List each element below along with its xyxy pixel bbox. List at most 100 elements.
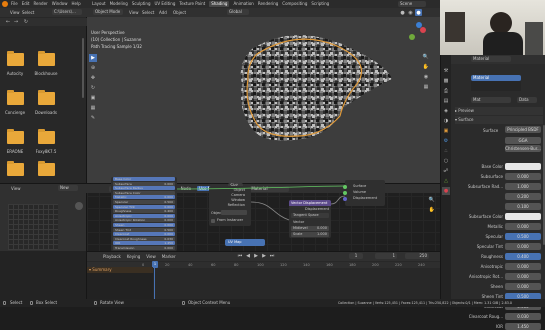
property-value-field[interactable]: 1.000 bbox=[505, 183, 541, 190]
world-tab-icon[interactable]: ◑ bbox=[442, 117, 450, 125]
ie-gizmo[interactable] bbox=[75, 202, 83, 210]
property-value-field[interactable]: 0.200 bbox=[505, 193, 541, 200]
image-canvas-grid[interactable] bbox=[8, 204, 58, 250]
property-value-field[interactable]: 0.000 bbox=[505, 243, 541, 250]
view-layer-tab-icon[interactable]: ▤ bbox=[442, 97, 450, 105]
tl-menu-marker[interactable]: Marker bbox=[162, 254, 176, 259]
refresh-icon[interactable]: ↻ bbox=[22, 18, 30, 26]
cursor-icon[interactable]: ⊕ bbox=[89, 64, 97, 72]
tab-rendering[interactable]: Rendering bbox=[258, 1, 278, 7]
scene-selector[interactable]: Scene bbox=[398, 1, 426, 7]
folder-icon[interactable] bbox=[38, 161, 55, 176]
zoom-icon[interactable]: 🔍 bbox=[422, 53, 430, 61]
current-frame-field[interactable]: 1 bbox=[349, 253, 363, 259]
next-key-icon[interactable]: ▶ bbox=[261, 253, 267, 259]
viewport-3d[interactable]: Object Mode View Select Add Object Globa… bbox=[87, 8, 440, 183]
modifier-tab-icon[interactable]: ⚙ bbox=[442, 137, 450, 145]
tab-scripting[interactable]: Scripting bbox=[311, 1, 329, 7]
vp-menu-view[interactable]: View bbox=[129, 10, 139, 15]
menu-edit[interactable]: Edit bbox=[22, 1, 30, 7]
tool-tab-icon[interactable]: ⚒ bbox=[442, 67, 450, 75]
transform-orientation[interactable]: Global bbox=[227, 9, 249, 15]
back-icon[interactable]: ← bbox=[4, 18, 12, 26]
end-frame-field[interactable]: 250 bbox=[405, 253, 429, 259]
property-value-field[interactable] bbox=[505, 213, 541, 220]
node-editor[interactable]: Object View Select Add Node Use Nodes Sl… bbox=[87, 177, 440, 251]
menu-window[interactable]: Window bbox=[52, 1, 68, 7]
ie-menu-view[interactable]: View bbox=[11, 186, 21, 191]
camera-view-icon[interactable]: ◉ bbox=[422, 73, 430, 81]
ie-new-button[interactable]: New bbox=[58, 185, 78, 191]
menu-render[interactable]: Render bbox=[33, 1, 47, 7]
pan-hand-icon[interactable]: ✋ bbox=[422, 63, 430, 71]
folder-label[interactable]: Downloads bbox=[31, 110, 61, 115]
constraints-tab-icon[interactable]: ☍ bbox=[442, 167, 450, 175]
property-value-field[interactable]: 0.100 bbox=[505, 203, 541, 210]
prev-key-icon[interactable]: ◀ bbox=[245, 253, 251, 259]
folder-icon[interactable] bbox=[7, 161, 24, 176]
jump-end-icon[interactable]: ⏭ bbox=[269, 253, 275, 259]
section-preview[interactable]: ▸ Preview bbox=[455, 107, 543, 115]
vp-menu-object[interactable]: Object bbox=[173, 10, 186, 15]
gizmo-z-axis[interactable] bbox=[416, 22, 422, 28]
material-name-field[interactable]: Mat bbox=[471, 97, 511, 103]
folder-icon[interactable] bbox=[38, 90, 55, 105]
tab-animation[interactable]: Animation bbox=[233, 1, 253, 7]
tab-shading[interactable]: Shading bbox=[209, 1, 230, 7]
vp-menu-add[interactable]: Add bbox=[159, 10, 167, 15]
folder-icon[interactable] bbox=[7, 129, 24, 144]
gizmo-x-axis[interactable] bbox=[420, 27, 426, 33]
ne-pan-icon[interactable]: ✋ bbox=[428, 206, 436, 214]
select-box-icon[interactable]: ▶ bbox=[89, 54, 97, 62]
blender-logo-icon[interactable] bbox=[2, 1, 8, 7]
folder-icon[interactable] bbox=[38, 129, 55, 144]
property-value-field[interactable]: 0.030 bbox=[505, 313, 541, 320]
material-data-field[interactable]: Data bbox=[517, 97, 537, 103]
tab-modeling[interactable]: Modeling bbox=[110, 1, 128, 7]
menu-file[interactable]: File bbox=[11, 1, 18, 7]
surface-shader-field[interactable]: Principled BSDF bbox=[505, 126, 541, 133]
gizmo-y-axis[interactable] bbox=[409, 34, 415, 40]
grid-view-icon[interactable]: ▦ bbox=[422, 83, 430, 91]
object-name-field[interactable]: Material bbox=[471, 56, 511, 62]
tl-menu-view[interactable]: View bbox=[146, 254, 156, 259]
section-surface[interactable]: ▾ Surface bbox=[455, 116, 543, 124]
tab-compositing[interactable]: Compositing bbox=[282, 1, 307, 7]
folder-icon[interactable] bbox=[38, 51, 55, 66]
folder-label[interactable]: Blockhouse bbox=[31, 71, 61, 76]
property-value-field[interactable]: 0.000 bbox=[505, 283, 541, 290]
tab-uv-editing[interactable]: UV Editing bbox=[155, 1, 176, 7]
property-value-field[interactable]: 0.000 bbox=[505, 173, 541, 180]
folder-label[interactable]: ERAONE bbox=[0, 149, 30, 154]
navigation-gizmo[interactable] bbox=[405, 22, 431, 48]
folder-label[interactable]: Foxy8K7.5 bbox=[31, 149, 61, 154]
data-tab-icon[interactable]: △ bbox=[442, 177, 450, 185]
property-value-field[interactable]: 0.400 bbox=[505, 253, 541, 260]
menu-help[interactable]: Help bbox=[71, 1, 80, 7]
play-icon[interactable]: ▶ bbox=[253, 253, 259, 259]
annotate-icon[interactable]: ✎ bbox=[89, 114, 97, 122]
scene-tab-icon[interactable]: ◈ bbox=[442, 107, 450, 115]
tl-menu-keying[interactable]: Keying bbox=[127, 254, 140, 259]
move-icon[interactable]: ✥ bbox=[89, 74, 97, 82]
rendered-mesh[interactable] bbox=[212, 24, 402, 149]
vp-menu-select[interactable]: Select bbox=[142, 10, 154, 15]
tl-menu-playback[interactable]: Playback bbox=[103, 254, 121, 259]
folder-icon[interactable] bbox=[7, 90, 24, 105]
shading-rendered-icon[interactable]: ● bbox=[415, 9, 422, 16]
property-value-field[interactable] bbox=[505, 163, 541, 170]
property-value-field[interactable]: 0.000 bbox=[505, 263, 541, 270]
fb-menu-select[interactable]: Select bbox=[22, 10, 34, 15]
rotate-icon[interactable]: ↻ bbox=[89, 84, 97, 92]
particles-tab-icon[interactable]: ∴ bbox=[442, 147, 450, 155]
shading-material-icon[interactable]: ◉ bbox=[407, 9, 414, 16]
jump-start-icon[interactable]: ⏮ bbox=[237, 253, 243, 259]
tab-sculpting[interactable]: Sculpting bbox=[132, 1, 151, 7]
scale-icon[interactable]: ▣ bbox=[89, 94, 97, 102]
object-mode-dropdown[interactable]: Object Mode bbox=[93, 9, 123, 15]
render-tab-icon[interactable]: ▩ bbox=[442, 77, 450, 85]
material-tab-icon[interactable]: ● bbox=[442, 187, 450, 195]
property-value-field[interactable]: 0.000 bbox=[505, 273, 541, 280]
bsdf-input-row[interactable]: Base Color bbox=[113, 177, 175, 181]
physics-tab-icon[interactable]: ○ bbox=[442, 157, 450, 165]
